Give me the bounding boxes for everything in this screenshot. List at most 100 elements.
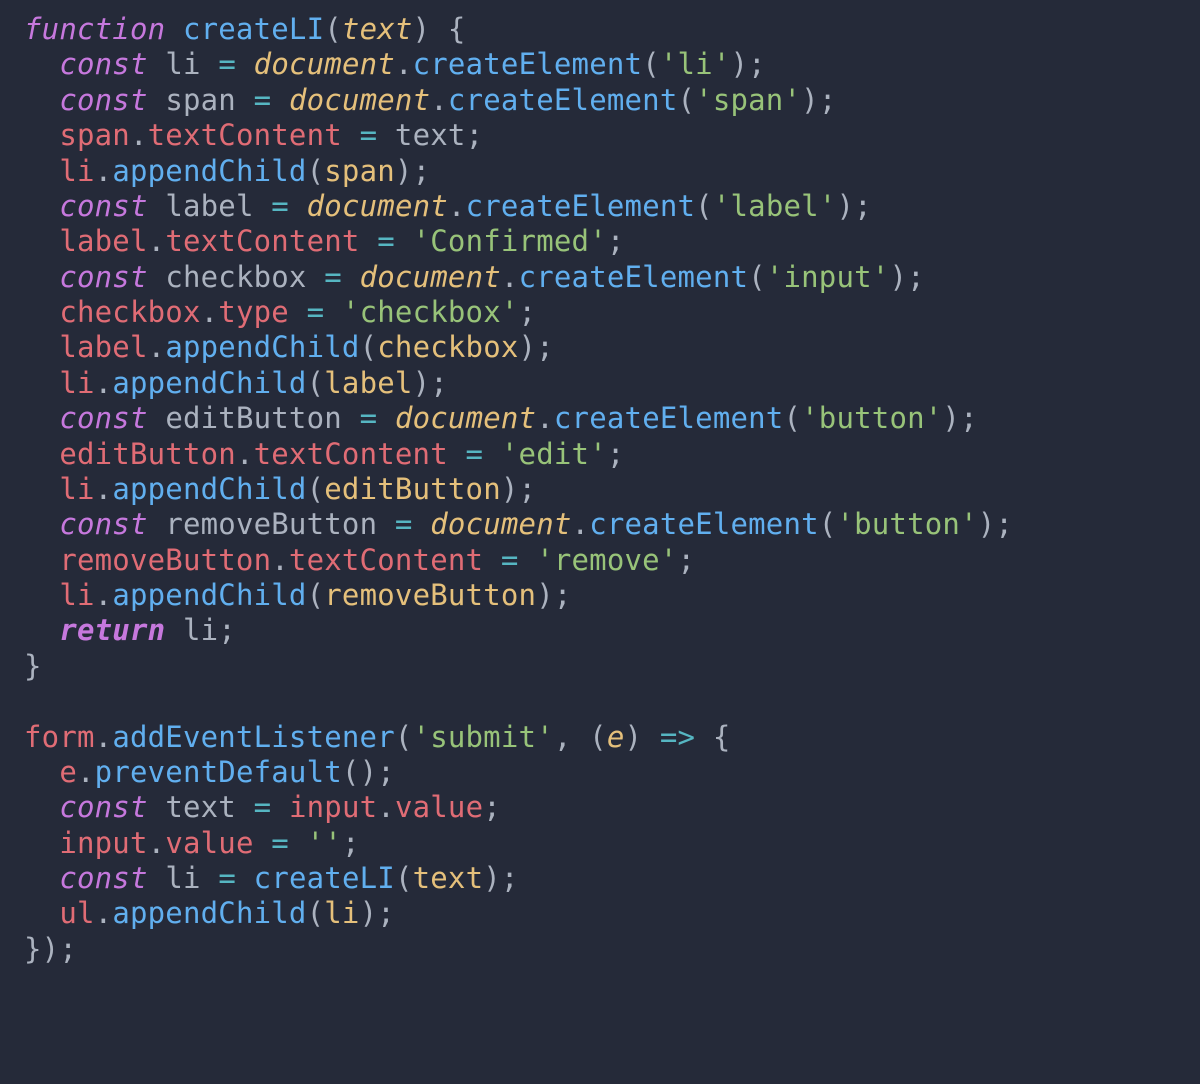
method-name: createElement [589,507,819,541]
method-name: preventDefault [95,755,342,789]
code-line: } [24,649,42,683]
argument: editButton [324,472,501,506]
object-var: checkbox [59,295,200,329]
keyword-const: const [59,790,147,824]
object-var: editButton [59,437,236,471]
method-name: appendChild [112,896,306,930]
string-literal: 'edit' [501,437,607,471]
property: textContent [165,224,359,258]
variable: li [165,861,200,895]
code-line: const removeButton = document.createElem… [24,507,1013,541]
argument: li [324,896,359,930]
method-name: createElement [448,83,678,117]
function-call: createLI [254,861,395,895]
object-var: input [59,826,147,860]
document-object: document [254,47,395,81]
code-line: ul.appendChild(li); [24,896,395,930]
code-line: const checkbox = document.createElement(… [24,260,925,294]
code-line: function createLI(text) { [24,12,466,46]
keyword-const: const [59,401,147,435]
method-name: createElement [554,401,784,435]
method-name: appendChild [112,472,306,506]
code-line: input.value = ''; [24,826,360,860]
object-var: li [59,366,94,400]
identifier: li [183,613,218,647]
code-line: li.appendChild(span); [24,154,430,188]
property: value [165,826,253,860]
code-line: const li = document.createElement('li'); [24,47,766,81]
object-var: label [59,224,147,258]
method-name: createElement [466,189,696,223]
document-object: document [289,83,430,117]
code-line: form.addEventListener('submit', (e) => { [24,720,731,754]
property: textContent [148,118,342,152]
code-line [24,684,42,718]
variable: label [165,189,253,223]
keyword-return: return [59,613,165,647]
object-var: form [24,720,95,754]
code-line: removeButton.textContent = 'remove'; [24,543,695,577]
code-line: label.textContent = 'Confirmed'; [24,224,625,258]
string-literal: '' [307,826,342,860]
variable: removeButton [165,507,377,541]
parameter: e [607,720,625,754]
argument: span [324,154,395,188]
code-line: label.appendChild(checkbox); [24,330,554,364]
variable: checkbox [165,260,306,294]
string-literal: 'label' [713,189,837,223]
code-line: const span = document.createElement('spa… [24,83,836,117]
argument: text [413,861,484,895]
keyword-const: const [59,189,147,223]
code-line: li.appendChild(removeButton); [24,578,572,612]
method-name: appendChild [165,330,359,364]
object-var: label [59,330,147,364]
string-literal: 'span' [695,83,801,117]
method-name: createElement [413,47,643,81]
argument: removeButton [324,578,536,612]
property: textContent [254,437,448,471]
parameter: text [342,12,413,46]
argument: label [324,366,412,400]
string-literal: 'Confirmed' [413,224,607,258]
keyword-function: function [24,12,165,46]
code-line: e.preventDefault(); [24,755,395,789]
string-literal: 'button' [836,507,977,541]
function-name: createLI [183,12,324,46]
document-object: document [360,260,501,294]
method-name: appendChild [112,578,306,612]
code-line: li.appendChild(editButton); [24,472,536,506]
object-var: li [59,578,94,612]
code-line: const label = document.createElement('la… [24,189,872,223]
object-var: li [59,472,94,506]
method-name: appendChild [112,366,306,400]
code-line: checkbox.type = 'checkbox'; [24,295,536,329]
code-line: }); [24,932,77,966]
object-var: span [59,118,130,152]
method-name: addEventListener [112,720,395,754]
string-literal: 'remove' [536,543,677,577]
string-literal: 'input' [766,260,890,294]
code-line: return li; [24,613,236,647]
code-line: editButton.textContent = 'edit'; [24,437,625,471]
variable: span [165,83,236,117]
property: type [218,295,289,329]
keyword-const: const [59,83,147,117]
object-var: e [59,755,77,789]
document-object: document [430,507,571,541]
method-name: appendChild [112,154,306,188]
property: textContent [289,543,483,577]
document-object: document [395,401,536,435]
code-block: function createLI(text) { const li = doc… [0,0,1200,979]
code-line: li.appendChild(label); [24,366,448,400]
code-line: span.textContent = text; [24,118,483,152]
property: value [395,790,483,824]
string-literal: 'submit' [413,720,554,754]
keyword-const: const [59,507,147,541]
keyword-const: const [59,47,147,81]
keyword-const: const [59,861,147,895]
string-literal: 'button' [801,401,942,435]
object-var: input [289,790,377,824]
object-var: li [59,154,94,188]
keyword-const: const [59,260,147,294]
variable: text [165,790,236,824]
